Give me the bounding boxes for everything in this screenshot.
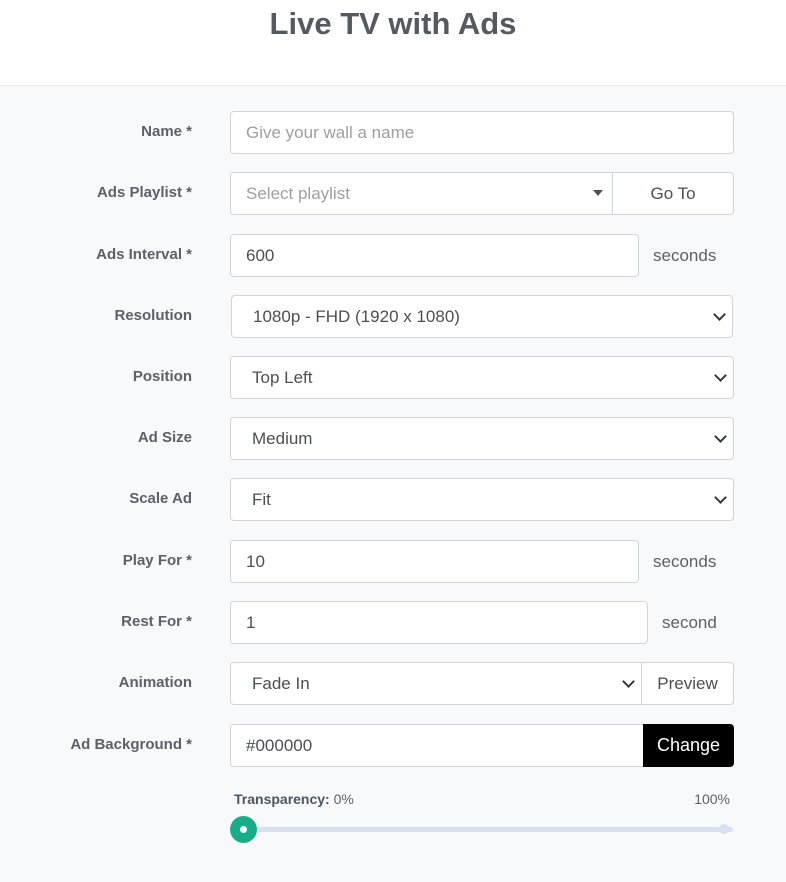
resolution-row: Resolution 1080p - FHD (1920 x 1080) <box>0 295 786 338</box>
scale-ad-row: Scale Ad Fit <box>0 478 786 521</box>
rest-for-label: Rest For * <box>121 613 192 630</box>
animation-value: Fade In <box>252 674 310 693</box>
ads-playlist-select[interactable]: Select playlist <box>230 172 614 215</box>
ads-interval-input[interactable]: 600 <box>230 234 639 277</box>
ads-playlist-placeholder: Select playlist <box>246 184 350 203</box>
ads-interval-row: Ads Interval * 600 seconds <box>0 234 786 277</box>
chevron-down-icon <box>713 308 726 321</box>
resolution-value: 1080p - FHD (1920 x 1080) <box>253 307 460 326</box>
resolution-label: Resolution <box>114 307 193 324</box>
rest-for-unit: second <box>662 613 717 632</box>
chevron-down-icon <box>714 369 727 382</box>
resolution-select[interactable]: 1080p - FHD (1920 x 1080) <box>231 295 733 338</box>
go-to-button[interactable]: Go To <box>612 172 734 215</box>
play-for-input[interactable]: 10 <box>230 540 639 583</box>
ad-size-label: Ad Size <box>137 429 192 446</box>
ads-interval-value: 600 <box>246 246 275 265</box>
position-label: Position <box>132 368 192 385</box>
ads-interval-label: Ads Interval * <box>96 246 192 263</box>
scale-ad-label: Scale Ad <box>129 490 192 507</box>
scale-ad-value: Fit <box>252 490 271 509</box>
ad-size-value: Medium <box>252 429 313 448</box>
position-row: Position Top Left <box>0 356 786 399</box>
ads-playlist-row: Ads Playlist * Select playlist Go To <box>0 172 786 215</box>
play-for-value: 10 <box>246 552 265 571</box>
slider-thumb-dot <box>240 826 247 833</box>
page-header: Live TV with Ads <box>0 0 786 86</box>
scale-ad-select[interactable]: Fit <box>230 478 734 521</box>
name-row: Name * Give your wall a name <box>0 111 786 154</box>
transparency-slider-thumb[interactable] <box>230 816 257 843</box>
chevron-down-icon <box>714 430 727 443</box>
name-label: Name * <box>141 123 192 140</box>
transparency-value: 0% <box>333 791 354 807</box>
ad-size-select[interactable]: Medium <box>230 417 734 460</box>
transparency-label: Transparency: 0% <box>234 791 354 807</box>
animation-label: Animation <box>118 674 192 691</box>
change-color-button[interactable]: Change <box>643 724 734 767</box>
transparency-slider-track[interactable] <box>243 827 733 832</box>
ads-playlist-label: Ads Playlist * <box>96 184 192 201</box>
chevron-down-icon <box>714 491 727 504</box>
ad-background-value: #000000 <box>246 736 313 755</box>
chevron-down-icon <box>622 675 635 688</box>
ad-background-row: Ad Background * #000000 Change <box>0 724 786 767</box>
rest-for-input[interactable]: 1 <box>230 601 648 644</box>
name-placeholder: Give your wall a name <box>246 123 415 142</box>
transparency-title: Transparency: <box>234 791 330 807</box>
play-for-row: Play For * 10 seconds <box>0 540 786 583</box>
name-input[interactable]: Give your wall a name <box>230 111 734 154</box>
play-for-unit: seconds <box>653 552 717 571</box>
ads-form: Name * Give your wall a name Ads Playlis… <box>0 86 786 882</box>
position-select[interactable]: Top Left <box>230 356 734 399</box>
ad-size-row: Ad Size Medium <box>0 417 786 460</box>
ad-background-input[interactable]: #000000 <box>230 724 644 767</box>
slider-end-dot <box>719 824 729 834</box>
ads-interval-unit: seconds <box>653 246 717 265</box>
caret-down-icon <box>593 190 603 196</box>
rest-for-row: Rest For * 1 second <box>0 601 786 644</box>
transparency-max: 100% <box>694 791 730 807</box>
preview-button[interactable]: Preview <box>641 662 734 705</box>
animation-select[interactable]: Fade In <box>230 662 642 705</box>
position-value: Top Left <box>252 368 313 387</box>
page-title: Live TV with Ads <box>269 6 517 41</box>
rest-for-value: 1 <box>246 613 256 632</box>
ad-background-label: Ad Background * <box>70 736 192 753</box>
play-for-label: Play For * <box>122 552 192 569</box>
animation-row: Animation Fade In Preview <box>0 662 786 705</box>
